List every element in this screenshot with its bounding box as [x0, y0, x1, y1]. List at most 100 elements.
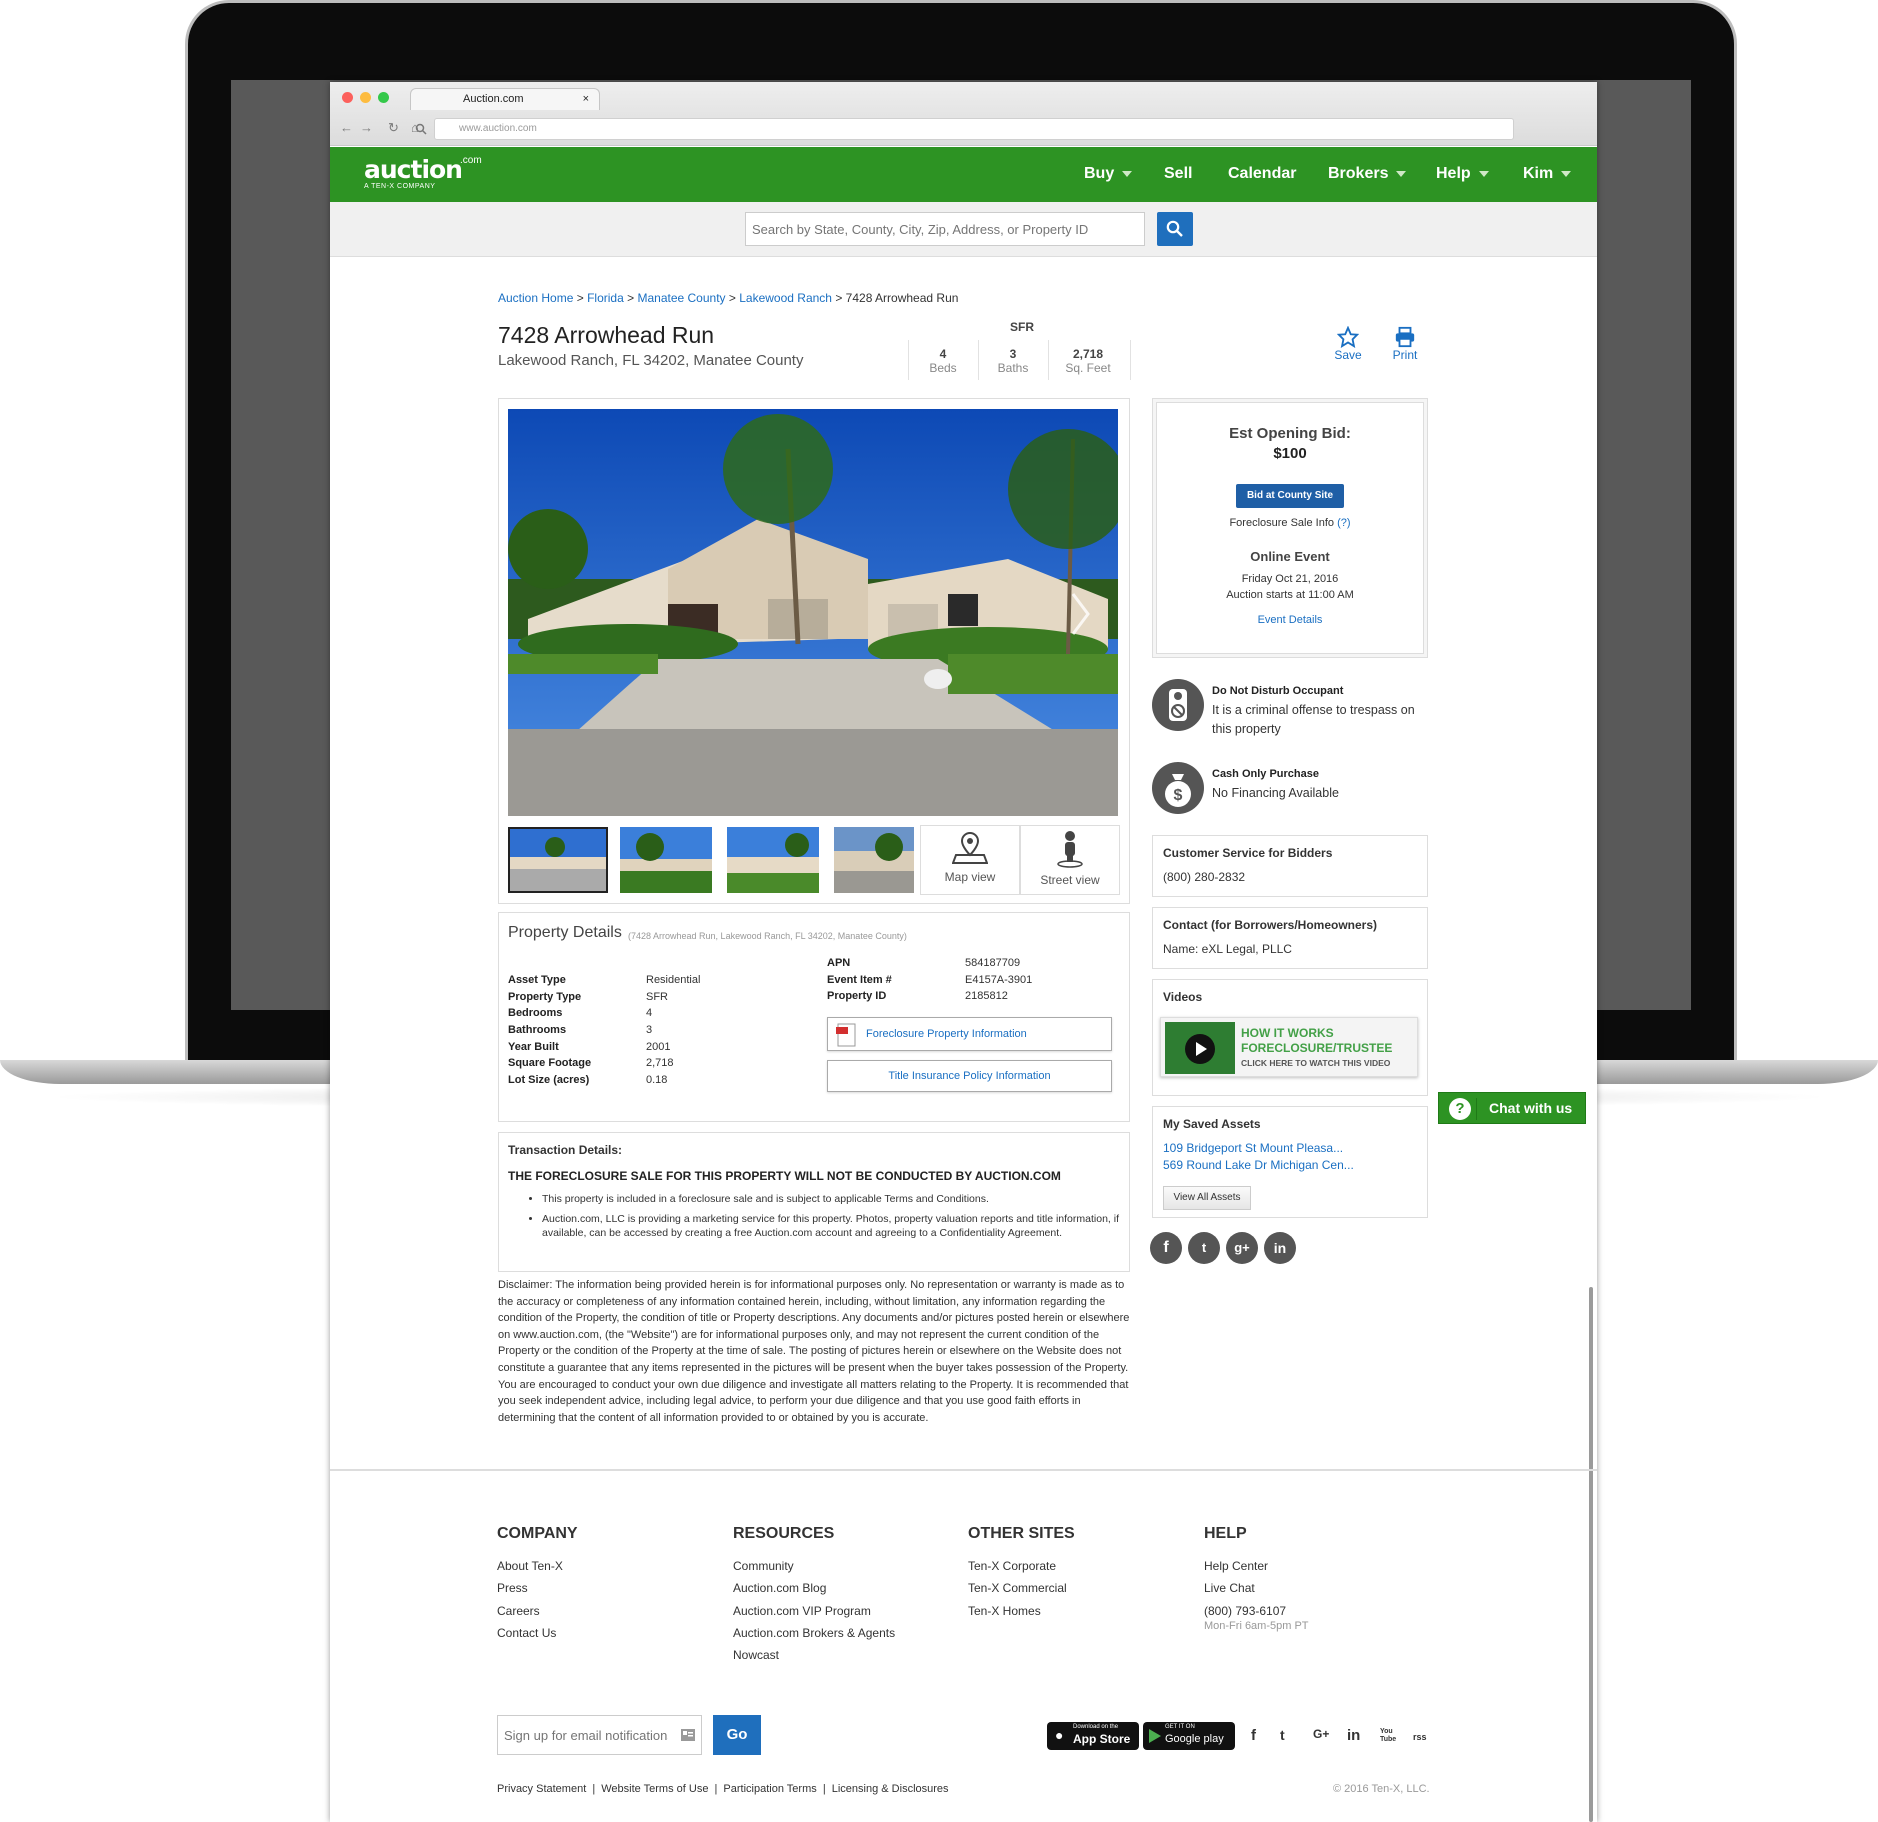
notice-cash-only: Cash Only Purchase No Financing Availabl…	[1212, 768, 1432, 800]
thumbnail-3[interactable]	[727, 827, 819, 893]
url-text: www.auction.com	[459, 123, 537, 134]
footer-link[interactable]: Contact Us	[497, 1622, 727, 1644]
foreclosure-info-button[interactable]: Foreclosure Property Information	[827, 1017, 1112, 1051]
search-input[interactable]	[745, 212, 1145, 246]
event-title: Online Event	[1250, 549, 1330, 564]
property-photo[interactable]	[508, 409, 1118, 816]
footer-link[interactable]: About Ten-X	[497, 1555, 727, 1577]
footer-link[interactable]: Help Center	[1204, 1555, 1434, 1577]
footer-link[interactable]: Community	[733, 1555, 963, 1577]
scrollbar-thumb[interactable]	[1589, 1287, 1593, 1822]
email-signup-field[interactable]	[497, 1715, 702, 1755]
street-view-button[interactable]: Street view	[1020, 825, 1120, 895]
terms-link[interactable]: Website Terms of Use	[601, 1783, 708, 1795]
title-insurance-button[interactable]: Title Insurance Policy Information	[827, 1060, 1112, 1092]
footer-link[interactable]: Careers	[497, 1600, 727, 1622]
facebook-icon[interactable]: f	[1150, 1232, 1182, 1264]
facebook-icon[interactable]: f	[1251, 1727, 1256, 1744]
footer-heading: COMPANY	[497, 1525, 578, 1542]
saved-assets-title: My Saved Assets	[1163, 1117, 1261, 1131]
close-window-icon[interactable]	[342, 92, 353, 103]
video-thumbnail[interactable]: HOW IT WORKS FORECLOSURE/TRUSTEE CLICK H…	[1160, 1017, 1418, 1077]
footer-link[interactable]: Ten-X Corporate	[968, 1555, 1198, 1577]
tab-close-icon[interactable]: ×	[583, 89, 589, 110]
reload-icon[interactable]: ↻	[388, 120, 399, 136]
participation-terms-link[interactable]: Participation Terms	[723, 1783, 816, 1795]
footer-link[interactable]: Auction.com Blog	[733, 1577, 963, 1599]
saved-asset-link[interactable]: 109 Bridgeport St Mount Pleasa...	[1163, 1141, 1417, 1155]
saved-asset-link[interactable]: 569 Round Lake Dr Michigan Cen...	[1163, 1158, 1417, 1172]
footer-phone: (800) 793-6107	[1204, 1603, 1287, 1618]
licensing-link[interactable]: Licensing & Disclosures	[832, 1783, 949, 1795]
back-arrow-icon[interactable]: ←	[340, 120, 353, 135]
footer-link[interactable]: Press	[497, 1577, 727, 1599]
google-play-badge[interactable]: GET IT ON Google play	[1143, 1722, 1235, 1750]
email-input[interactable]	[498, 1716, 668, 1754]
twitter-icon[interactable]: t	[1280, 1727, 1285, 1743]
footer-link[interactable]: Nowcast	[733, 1644, 963, 1666]
thumbnail-4[interactable]	[834, 827, 914, 893]
footer-link[interactable]: Ten-X Commercial	[968, 1577, 1198, 1599]
footer-link[interactable]: Auction.com VIP Program	[733, 1600, 963, 1622]
address-bar[interactable]: www.auction.com	[415, 118, 1514, 140]
contact-panel: Contact (for Borrowers/Homeowners) Name:…	[1152, 907, 1428, 969]
nav-user-label: Kim	[1523, 165, 1554, 182]
nav-help[interactable]: Help	[1436, 165, 1489, 183]
youtube-icon[interactable]: You Tube	[1380, 1728, 1396, 1744]
view-all-assets-button[interactable]: View All Assets	[1163, 1186, 1251, 1210]
chevron-down-icon	[1396, 170, 1407, 177]
breadcrumb-lakewood-ranch[interactable]: Lakewood Ranch	[739, 291, 832, 305]
breadcrumb-separator: >	[728, 291, 736, 305]
site-header: auction.com A TEN-X COMPANY Buy Sell Cal…	[330, 147, 1597, 202]
rss-icon[interactable]: rss	[1413, 1732, 1427, 1742]
linkedin-icon[interactable]: in	[1264, 1232, 1296, 1264]
breadcrumb-manatee-county[interactable]: Manatee County	[637, 291, 725, 305]
help-icon[interactable]: (?)	[1337, 517, 1350, 529]
nav-calendar[interactable]: Calendar	[1228, 165, 1296, 183]
browser-tab[interactable]: Auction.com ×	[410, 88, 600, 110]
map-view-button[interactable]: Map view	[920, 825, 1020, 895]
event-details-link[interactable]: Event Details	[1157, 614, 1423, 626]
breadcrumb-florida[interactable]: Florida	[587, 291, 624, 305]
email-go-button[interactable]: Go	[713, 1715, 761, 1755]
footer-link[interactable]: Auction.com Brokers & Agents	[733, 1622, 963, 1644]
stat-beds-label: Beds	[929, 361, 957, 375]
privacy-link[interactable]: Privacy Statement	[497, 1783, 586, 1795]
minimize-window-icon[interactable]	[360, 92, 371, 103]
transaction-title: Transaction Details:	[508, 1143, 623, 1157]
linkedin-icon[interactable]: in	[1347, 1727, 1360, 1744]
chat-with-us-button[interactable]: ? Chat with us	[1438, 1092, 1586, 1124]
twitter-icon[interactable]: t	[1188, 1232, 1220, 1264]
save-button[interactable]: Save	[1328, 326, 1368, 362]
google-plus-icon[interactable]: g+	[1226, 1232, 1258, 1264]
google-plus-icon[interactable]: G+	[1313, 1727, 1329, 1741]
app-store-label: App Store	[1073, 1732, 1131, 1746]
breadcrumb-auction-home[interactable]: Auction Home	[498, 291, 573, 305]
nav-brokers[interactable]: Brokers	[1328, 165, 1407, 183]
nav-sell[interactable]: Sell	[1164, 165, 1192, 183]
app-store-badge[interactable]: ● Download on the App Store	[1047, 1722, 1139, 1750]
footer-link[interactable]: Ten-X Homes	[968, 1600, 1198, 1622]
thumbnail-1[interactable]	[508, 827, 608, 893]
footer-help: HELP Help Center Live Chat (800) 793-610…	[1204, 1525, 1434, 1632]
auction-logo[interactable]: auction.com A TEN-X COMPANY	[364, 155, 482, 190]
bid-label: Est Opening Bid:	[1229, 425, 1351, 442]
search-button[interactable]	[1157, 212, 1193, 246]
nav-user[interactable]: Kim	[1523, 165, 1572, 183]
property-details-subtitle: (7428 Arrowhead Run, Lakewood Ranch, FL …	[628, 931, 907, 941]
divider	[1476, 1098, 1477, 1120]
maximize-window-icon[interactable]	[378, 92, 389, 103]
bid-at-county-button[interactable]: Bid at County Site	[1236, 484, 1344, 508]
footer-link[interactable]: Live Chat	[1204, 1577, 1434, 1599]
detail-key: Asset Type	[508, 974, 566, 986]
nav-buy[interactable]: Buy	[1084, 165, 1133, 183]
saved-assets-panel: My Saved Assets 109 Bridgeport St Mount …	[1152, 1106, 1428, 1218]
foreclosure-sale-info: Foreclosure Sale Info	[1229, 517, 1335, 529]
thumbnail-2[interactable]	[620, 827, 712, 893]
footer-heading: HELP	[1204, 1525, 1247, 1542]
house-photo	[508, 409, 1118, 816]
forward-arrow-icon[interactable]: →	[360, 120, 373, 135]
search-icon	[1166, 220, 1183, 237]
print-button[interactable]: Print	[1385, 326, 1425, 362]
map-view-label: Map view	[944, 870, 996, 884]
